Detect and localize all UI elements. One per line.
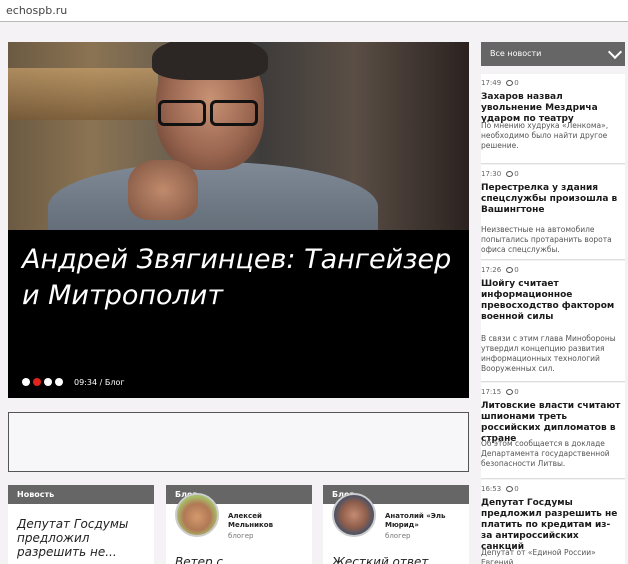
news-feed: Все новости 17:49 0 Захаров назвал уволь… xyxy=(481,42,625,564)
blog-card[interactable]: Блог Алексей Мельников блогер Ветер с... xyxy=(166,485,312,564)
card-title[interactable]: Жесткий ответ... xyxy=(332,555,462,564)
news-title[interactable]: Шойгу считает информационное превосходст… xyxy=(481,279,621,323)
comment-count: 0 xyxy=(514,170,519,178)
site-domain: echospb.ru xyxy=(6,4,68,17)
comment-count: 0 xyxy=(514,485,519,493)
slide-dot-4[interactable] xyxy=(55,378,63,386)
news-lead: Неизвестные на автомобиле попытались про… xyxy=(481,225,612,254)
comment-icon xyxy=(506,171,514,177)
featured-title[interactable]: Андрей Звягинцев: Тангейзер и Митрополит xyxy=(22,242,462,314)
news-feed-header[interactable]: Все новости xyxy=(481,42,625,66)
author-role: блогер xyxy=(228,532,254,540)
news-time: 17:49 xyxy=(481,79,502,87)
news-meta: 17:26 0 xyxy=(481,266,519,274)
news-card[interactable]: Новость Депутат Госдумы предложил разреш… xyxy=(8,485,154,564)
comment-count: 0 xyxy=(514,79,519,87)
news-item[interactable]: 17:49 0 Захаров назвал увольнение Мездри… xyxy=(481,74,625,164)
news-meta: 17:49 0 xyxy=(481,79,519,87)
news-item[interactable]: 17:30 0 Перестрелка у здания спецслужбы … xyxy=(481,165,625,260)
news-time: 17:15 xyxy=(481,388,502,396)
comment-icon xyxy=(506,389,514,395)
news-lead: По мнению худрука «Ленкома», необходимо … xyxy=(481,121,609,150)
featured-story[interactable]: Андрей Звягинцев: Тангейзер и Митрополит… xyxy=(8,42,469,398)
slide-dot-2[interactable] xyxy=(33,378,41,386)
news-lead: В связи с этим глава Минобороны утвердил… xyxy=(481,334,616,373)
news-meta: 16:53 0 xyxy=(481,485,519,493)
comment-icon xyxy=(506,267,514,273)
chevron-down-icon[interactable] xyxy=(607,44,623,60)
address-bar[interactable]: echospb.ru xyxy=(0,0,628,22)
slide-dot-1[interactable] xyxy=(22,378,30,386)
news-title[interactable]: Перестрелка у здания спецслужбы произошл… xyxy=(481,183,621,216)
author-name[interactable]: Анатолий «Эль Мюрид» xyxy=(385,512,465,530)
comment-icon xyxy=(506,80,514,86)
news-feed-title: Все новости xyxy=(490,49,542,58)
news-item[interactable]: 17:26 0 Шойгу считает информационное пре… xyxy=(481,261,625,382)
featured-meta: 09:34 / Блог xyxy=(74,377,125,387)
card-title[interactable]: Депутат Госдумы предложил разрешить не..… xyxy=(17,517,147,559)
news-meta: 17:30 0 xyxy=(481,170,519,178)
slider-controls: 09:34 / Блог xyxy=(22,375,125,389)
news-lead: Об этом сообщается в докладе Департамент… xyxy=(481,439,610,468)
news-item[interactable]: 17:15 0 Литовские власти считают шпионам… xyxy=(481,383,625,479)
news-item[interactable]: 16:53 0 Депутат Госдумы предложил разреш… xyxy=(481,480,625,564)
news-time: 17:26 xyxy=(481,266,502,274)
news-meta: 17:15 0 xyxy=(481,388,519,396)
featured-photo xyxy=(8,42,469,230)
author-role: блогер xyxy=(385,532,411,540)
news-lead: Депутат от «Единой России» Евгений xyxy=(481,548,596,564)
news-time: 16:53 xyxy=(481,485,502,493)
comment-count: 0 xyxy=(514,388,519,396)
slide-dot-3[interactable] xyxy=(44,378,52,386)
news-title[interactable]: Депутат Госдумы предложил разрешить не п… xyxy=(481,498,621,553)
comment-icon xyxy=(506,486,514,492)
ad-banner xyxy=(8,412,469,472)
author-name[interactable]: Алексей Мельников xyxy=(228,512,308,530)
author-avatar xyxy=(332,493,376,537)
news-time: 17:30 xyxy=(481,170,502,178)
blog-card[interactable]: Блог Анатолий «Эль Мюрид» блогер Жесткий… xyxy=(323,485,469,564)
card-label: Новость xyxy=(8,485,154,504)
comment-count: 0 xyxy=(514,266,519,274)
card-title[interactable]: Ветер с... xyxy=(175,555,305,564)
author-avatar xyxy=(175,493,219,537)
